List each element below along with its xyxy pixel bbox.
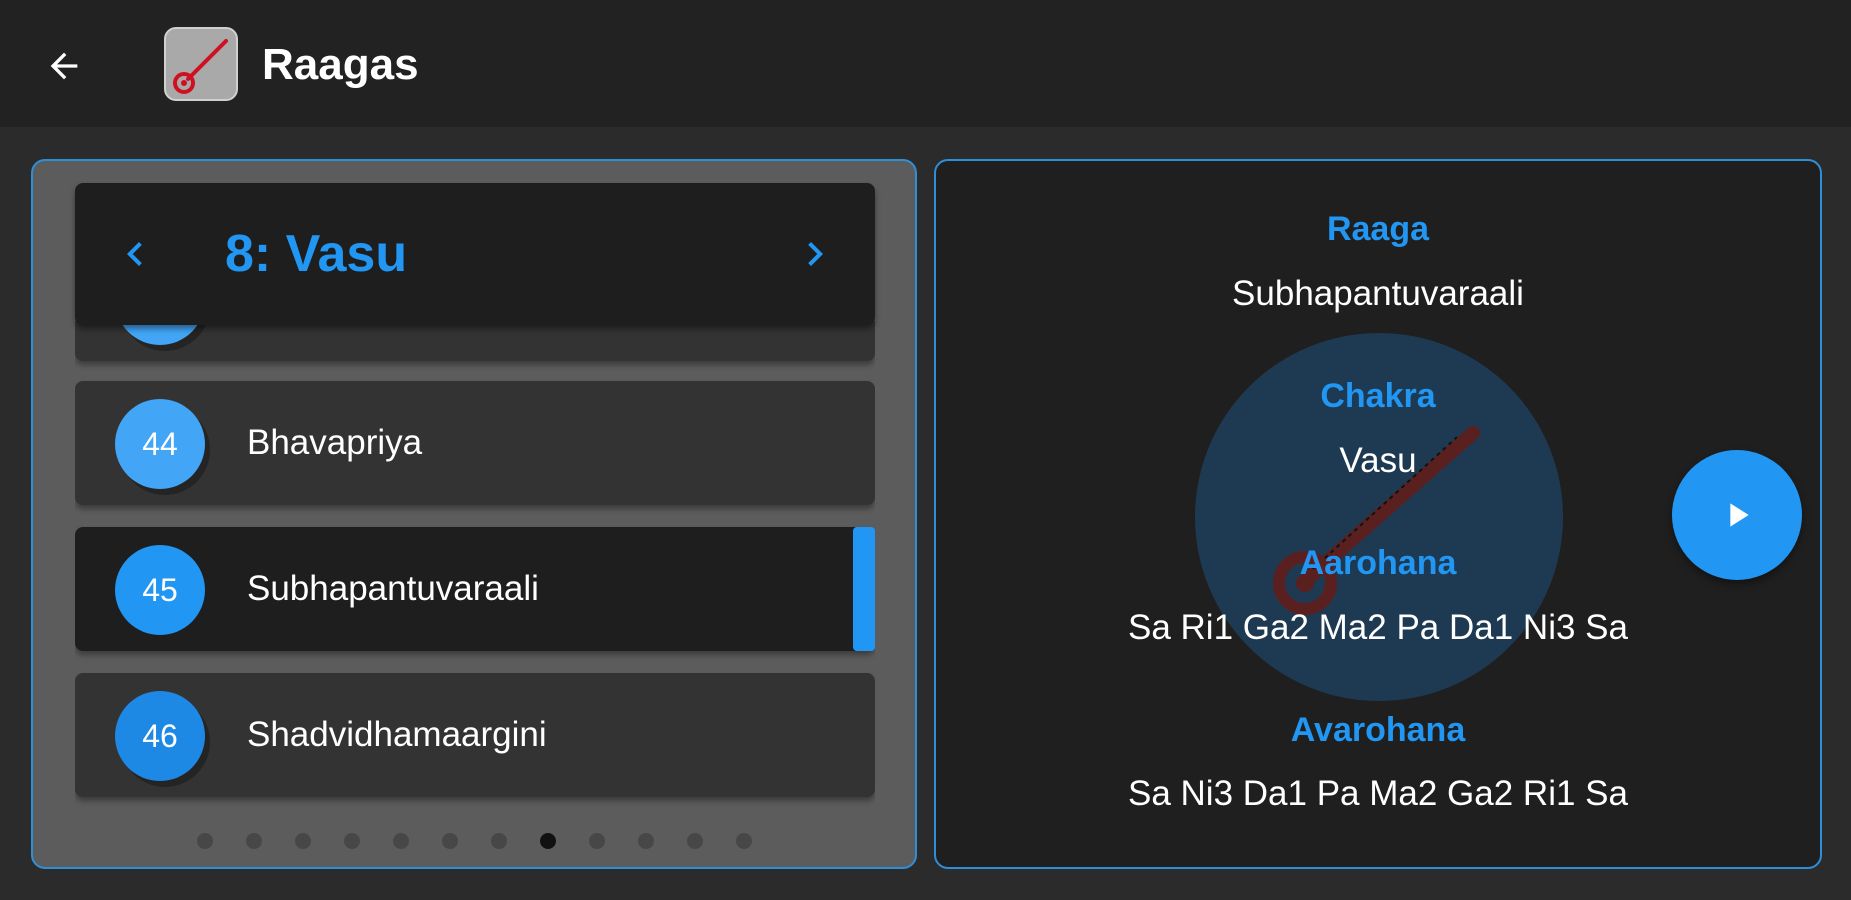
chakra-title: 8: Vasu [225,225,408,283]
arrow-left-icon [50,52,78,80]
prev-chakra-button[interactable] [105,224,165,284]
page-indicator [33,833,915,853]
list-item-selected[interactable]: 45 Subhapantuvaraali [75,527,875,651]
page-dot[interactable] [442,833,458,849]
page-dot-active[interactable] [540,833,556,849]
selection-indicator [853,527,875,651]
raaga-number-badge: 46 [115,691,205,781]
raaga-label: Raaga [1326,210,1430,248]
page-dot[interactable] [246,833,262,849]
next-chakra-button[interactable] [785,224,845,284]
raaga-list[interactable]: 44 Bhavapriya 45 Subhapantuvaraali 46 Shadvid… [75,321,875,809]
page-dot[interactable] [589,833,605,849]
raaga-name: Subhapantuvaraali [247,569,539,608]
raaga-value: Subhapantuvaraali [1232,274,1524,313]
page-title: Raagas [262,40,419,89]
app-logo [164,27,238,101]
aarohana-value: Sa Ri1 Ga2 Ma2 Pa Da1 Ni3 Sa [1128,608,1628,647]
avarohana-label: Avarohana [1290,711,1466,749]
avarohana-value: Sa Ni3 Da1 Pa Ma2 Ga2 Ri1 Sa [1128,774,1628,813]
list-item[interactable]: 44 Bhavapriya [75,381,875,505]
chakra-selector: 8: Vasu [75,183,875,325]
page-dot[interactable] [197,833,213,849]
page-dot[interactable] [736,833,752,849]
page-dot[interactable] [491,833,507,849]
raaga-name: Shadvidhamaargini [247,715,547,754]
chevron-left-icon [127,242,142,266]
chakra-label: Chakra [1320,377,1436,415]
page-dot[interactable] [344,833,360,849]
app-bar: Raagas [0,0,1851,127]
raaga-list-card: 8: Vasu 44 Bhavapriya 45 Subhapantuvaraali 4… [31,159,917,869]
chevron-right-icon [808,242,823,266]
list-item[interactable]: 46 Shadvidhamaargini [75,673,875,797]
back-button[interactable] [36,38,92,94]
play-icon [1730,503,1749,527]
raaga-number-badge: 44 [115,399,205,489]
page-dot[interactable] [295,833,311,849]
play-button[interactable] [1672,450,1802,580]
page-dot[interactable] [687,833,703,849]
page-dot[interactable] [393,833,409,849]
raaga-name: Bhavapriya [247,423,423,462]
list-item[interactable] [75,321,875,361]
page-dot[interactable] [638,833,654,849]
raaga-number-badge: 45 [115,545,205,635]
veena-icon [173,39,228,94]
